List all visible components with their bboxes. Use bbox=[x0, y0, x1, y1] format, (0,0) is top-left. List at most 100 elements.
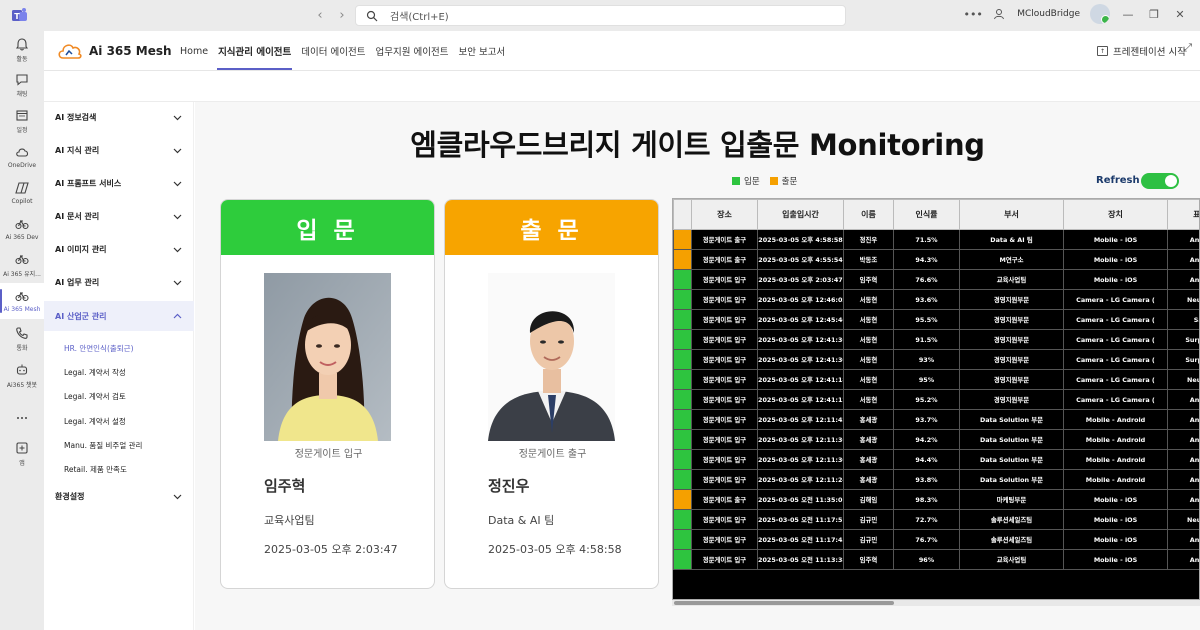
back-arrow-icon[interactable]: ‹ bbox=[312, 7, 328, 23]
rail-item-4[interactable]: Copilot bbox=[0, 175, 44, 211]
cell-emotion: Angry bbox=[1167, 269, 1199, 290]
brand-name: Ai 365 Mesh bbox=[89, 44, 172, 58]
rail-item-label: OneDrive bbox=[7, 162, 37, 169]
menu-ai-industry[interactable]: AI 산업군 관리 bbox=[44, 301, 194, 331]
column-header[interactable]: 장소 bbox=[691, 199, 758, 230]
column-header[interactable]: 장치 bbox=[1063, 199, 1168, 230]
popout-icon[interactable]: ⤢ bbox=[1183, 41, 1192, 55]
menu-ai-work[interactable]: AI 업무 관리 bbox=[44, 267, 194, 297]
cell-name: 서동현 bbox=[843, 389, 894, 410]
tab-security-report[interactable]: 보안 보고서 bbox=[453, 31, 510, 71]
tab-knowledge-agent[interactable]: 지식관리 에이전트 bbox=[213, 31, 296, 71]
cell-device: Mobile - iOS bbox=[1063, 269, 1168, 290]
submenu-retail-satisfaction[interactable]: Retail. 제품 만족도 bbox=[64, 464, 127, 475]
rail-item-3[interactable]: OneDrive bbox=[0, 139, 44, 175]
tab-home[interactable]: Home bbox=[175, 31, 213, 71]
menu-ai-document[interactable]: AI 문서 관리 bbox=[44, 201, 194, 231]
menu-ai-prompt[interactable]: AI 프롬프트 서비스 bbox=[44, 168, 194, 198]
menu-label: AI 산업군 관리 bbox=[55, 311, 107, 321]
refresh-toggle[interactable] bbox=[1141, 173, 1179, 189]
menu-ai-image[interactable]: AI 이미지 관리 bbox=[44, 234, 194, 264]
table-horizontal-scrollbar[interactable] bbox=[672, 600, 1200, 606]
table-row[interactable]: 정문게이트 입구 2025-03-05 오전 11:13:38 임주혁 96% 교육사업… bbox=[673, 549, 1199, 570]
table-row[interactable]: 정문게이트 입구 2025-03-05 오후 12:11:36 홍세광 94.2% Da… bbox=[673, 429, 1199, 450]
menu-settings[interactable]: 환경설정 bbox=[44, 481, 194, 511]
rail-item-11[interactable]: 앱 bbox=[0, 436, 44, 472]
rail-item-10[interactable] bbox=[0, 401, 44, 437]
rail-item-7[interactable]: Ai 365 Mesh bbox=[0, 283, 44, 319]
submenu-hr-face-recognition[interactable]: HR. 안면인식(출퇴근) bbox=[64, 343, 134, 354]
rail-item-0[interactable]: 활동 bbox=[0, 32, 44, 68]
entry-indicator bbox=[673, 389, 692, 410]
restore-icon[interactable]: ❐ bbox=[1146, 6, 1162, 22]
page-title: 엠클라우드브리지 게이트 입출문 Monitoring bbox=[410, 128, 985, 162]
rail-item-2[interactable]: 일정 bbox=[0, 103, 44, 139]
table-row[interactable]: 정문게이트 입구 2025-03-05 오후 12:41:12 서동현 95.2% 경영… bbox=[673, 389, 1199, 410]
submenu-manu-quality-visual[interactable]: Manu. 품질 비주얼 관리 bbox=[64, 440, 142, 451]
brand[interactable]: Ai 365 Mesh bbox=[57, 41, 172, 61]
rail-item-5[interactable]: Ai 365 Dev bbox=[0, 211, 44, 247]
rail-item-9[interactable]: Ai365 챗봇 bbox=[0, 358, 44, 394]
table-row[interactable]: 정문게이트 입구 2025-03-05 오후 12:11:24 홍세광 93.8% Da… bbox=[673, 469, 1199, 490]
table-row[interactable]: 정문게이트 출구 2025-03-05 오후 4:55:54 박동조 94.3% M연구… bbox=[673, 249, 1199, 270]
cell-place: 정문게이트 입구 bbox=[691, 549, 758, 570]
submenu-legal-contract-write[interactable]: Legal. 계약서 작성 bbox=[64, 367, 126, 378]
cell-device: Mobile - Android bbox=[1063, 409, 1168, 430]
user-avatar[interactable] bbox=[1090, 4, 1110, 24]
rail-item-8[interactable]: 통화 bbox=[0, 321, 44, 357]
column-header[interactable]: 인식률 bbox=[893, 199, 960, 230]
present-button[interactable]: ↑ 프레젠테이션 시작 bbox=[1097, 44, 1186, 58]
table-row[interactable]: 정문게이트 입구 2025-03-05 오후 12:11:42 홍세광 93.7% Da… bbox=[673, 409, 1199, 430]
table-row[interactable]: 정문게이트 출구 2025-03-05 오후 4:58:58 정진우 71.5% Dat… bbox=[673, 229, 1199, 250]
rail-item-1[interactable]: 채팅 bbox=[0, 67, 44, 103]
cell-emotion: Angry bbox=[1167, 469, 1199, 490]
search-box[interactable]: 검색(Ctrl+E) bbox=[355, 5, 846, 26]
scrollbar-thumb[interactable] bbox=[674, 601, 894, 605]
table-row[interactable]: 정문게이트 출구 2025-03-05 오전 11:35:01 김해임 98.3% 마케… bbox=[673, 489, 1199, 510]
column-header[interactable]: 부서 bbox=[959, 199, 1064, 230]
exit-indicator bbox=[673, 229, 692, 250]
table-row[interactable]: 정문게이트 입구 2025-03-05 오후 12:41:30 서동현 93% 경영지원… bbox=[673, 349, 1199, 370]
table-row[interactable]: 정문게이트 입구 2025-03-05 오전 11:17:45 김규민 76.7% 솔루… bbox=[673, 529, 1199, 550]
cell-rate: 94.4% bbox=[893, 449, 960, 470]
table-row[interactable]: 정문게이트 입구 2025-03-05 오전 11:17:51 김규민 72.7% 솔루… bbox=[673, 509, 1199, 530]
table-row[interactable]: 정문게이트 입구 2025-03-05 오후 12:11:30 홍세광 94.4% Da… bbox=[673, 449, 1199, 470]
cell-emotion: Angry bbox=[1167, 489, 1199, 510]
close-icon[interactable]: ✕ bbox=[1172, 6, 1188, 22]
app-content: Ai 365 Mesh Home 지식관리 에이전트 데이터 에이전트 업무지원… bbox=[44, 31, 1200, 630]
menu-ai-search[interactable]: AI 정보검색 bbox=[44, 102, 194, 132]
table-row[interactable]: 정문게이트 입구 2025-03-05 오후 12:41:36 서동현 91.5% 경영… bbox=[673, 329, 1199, 350]
search-icon bbox=[366, 10, 378, 21]
exit-indicator bbox=[673, 489, 692, 510]
teams-logo-icon[interactable]: T bbox=[12, 8, 28, 23]
table-row[interactable]: 정문게이트 입구 2025-03-05 오후 12:45:46 서동현 95.5% 경영… bbox=[673, 309, 1199, 330]
rail-item-6[interactable]: Ai 365 유지... bbox=[0, 247, 44, 283]
cell-device: Mobile - iOS bbox=[1063, 529, 1168, 550]
exit-person-photo bbox=[488, 273, 615, 441]
cell-time: 2025-03-05 오후 12:41:36 bbox=[757, 329, 844, 350]
tab-work-support-agent[interactable]: 업무지원 에이전트 bbox=[371, 31, 454, 71]
table-row[interactable]: 정문게이트 입구 2025-03-05 오후 12:41:18 서동현 95% 경영지원… bbox=[673, 369, 1199, 390]
submenu-legal-contract-review[interactable]: Legal. 계약서 검토 bbox=[64, 391, 126, 402]
cell-place: 정문게이트 출구 bbox=[691, 249, 758, 270]
org-name: MCloudBridge bbox=[1017, 9, 1080, 19]
submenu-legal-contract-settings[interactable]: Legal. 계약서 설정 bbox=[64, 416, 126, 427]
forward-arrow-icon[interactable]: › bbox=[334, 7, 350, 23]
table-row[interactable]: 정문게이트 입구 2025-03-05 오후 2:03:47 임주혁 76.6% 교육사… bbox=[673, 269, 1199, 290]
column-header[interactable]: 표정 bbox=[1167, 199, 1199, 230]
more-icon bbox=[17, 416, 27, 419]
table-header-row: 장소 입출입시간 이름 인식률 부서 장치 표정 bbox=[673, 199, 1199, 230]
cell-name: 홍세광 bbox=[843, 469, 894, 490]
column-header[interactable]: 이름 bbox=[843, 199, 894, 230]
cell-dept: 솔루션세일즈팀 bbox=[959, 529, 1064, 550]
org-people-icon[interactable] bbox=[991, 6, 1007, 22]
cell-place: 정문게이트 입구 bbox=[691, 389, 758, 410]
entry-indicator bbox=[673, 409, 692, 430]
table-row[interactable]: 정문게이트 입구 2025-03-05 오후 12:46:02 서동현 93.6% 경영… bbox=[673, 289, 1199, 310]
tab-data-agent[interactable]: 데이터 에이전트 bbox=[296, 31, 370, 71]
minimize-icon[interactable]: — bbox=[1120, 6, 1136, 22]
more-options-icon[interactable]: ••• bbox=[963, 6, 982, 22]
column-header[interactable]: 입출입시간 bbox=[757, 199, 844, 230]
menu-ai-knowledge[interactable]: AI 지식 관리 bbox=[44, 135, 194, 165]
cell-device: Camera - LG Camera ( bbox=[1063, 329, 1168, 350]
